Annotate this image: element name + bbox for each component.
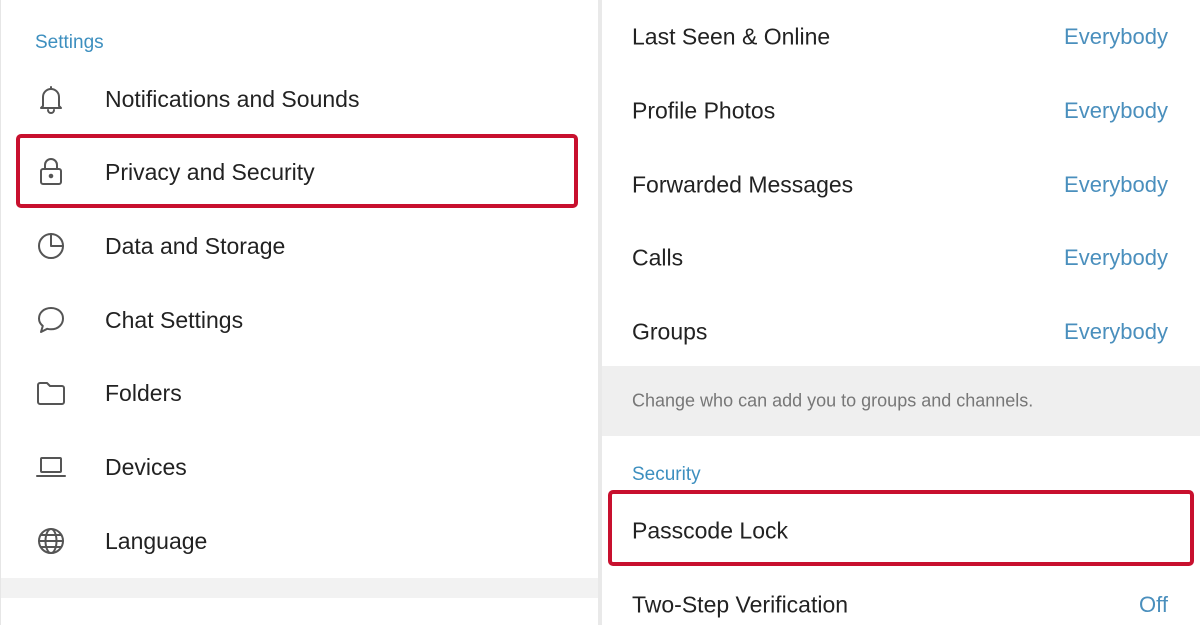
row-label: Groups: [632, 318, 708, 345]
privacy-row-groups[interactable]: Groups Everybody: [602, 295, 1200, 369]
sidebar-item-privacy[interactable]: Privacy and Security: [1, 135, 599, 209]
privacy-row-calls[interactable]: Calls Everybody: [602, 221, 1200, 295]
sidebar-item-label: Devices: [105, 453, 187, 480]
row-value: Everybody: [1064, 319, 1168, 344]
folder-icon: [33, 375, 69, 411]
privacy-row-last-seen[interactable]: Last Seen & Online Everybody: [602, 0, 1200, 74]
sidebar-item-language[interactable]: Language: [1, 504, 599, 578]
sidebar-item-label: Folders: [105, 379, 182, 406]
security-header: Security: [632, 464, 701, 485]
sidebar-item-label: Language: [105, 527, 208, 554]
sidebar-item-notifications[interactable]: Notifications and Sounds: [1, 62, 599, 136]
row-label: Calls: [632, 244, 684, 271]
sidebar-item-label: Chat Settings: [105, 306, 244, 333]
pie-chart-icon: [33, 228, 69, 264]
bell-icon: [33, 81, 69, 117]
settings-header: Settings: [35, 32, 104, 53]
sidebar-item-chat-settings[interactable]: Chat Settings: [1, 283, 599, 357]
sidebar-item-data-storage[interactable]: Data and Storage: [1, 209, 599, 283]
sidebar-item-label: Data and Storage: [105, 232, 286, 259]
row-label: Passcode Lock: [632, 517, 788, 544]
row-value: Everybody: [1064, 172, 1168, 197]
groups-hint-band: Change who can add you to groups and cha…: [602, 366, 1200, 436]
sidebar-item-label: Privacy and Security: [105, 158, 315, 185]
sidebar-item-label: Notifications and Sounds: [105, 85, 360, 112]
row-label: Two-Step Verification: [632, 591, 849, 618]
row-value: Everybody: [1064, 98, 1168, 123]
groups-hint-text: Change who can add you to groups and cha…: [632, 390, 1034, 411]
section-divider: [1, 578, 599, 598]
lock-icon: [33, 154, 69, 190]
row-label: Profile Photos: [632, 97, 776, 124]
sidebar-item-folders[interactable]: Folders: [1, 356, 599, 430]
row-value: Off: [1139, 592, 1168, 617]
row-value: Everybody: [1064, 245, 1168, 270]
security-row-two-step-verification[interactable]: Two-Step Verification Off: [602, 568, 1200, 642]
privacy-settings-panel: Last Seen & Online Everybody Profile Pho…: [602, 0, 1200, 625]
globe-icon: [33, 523, 69, 559]
security-row-passcode-lock[interactable]: Passcode Lock: [602, 494, 1200, 568]
sidebar-item-devices[interactable]: Devices: [1, 430, 599, 504]
laptop-icon: [33, 449, 69, 485]
row-label: Last Seen & Online: [632, 23, 831, 50]
row-label: Forwarded Messages: [632, 171, 854, 198]
privacy-row-forwarded-messages[interactable]: Forwarded Messages Everybody: [602, 148, 1200, 222]
settings-sidebar: Settings Notifications and Sounds Privac…: [0, 0, 599, 625]
privacy-row-profile-photos[interactable]: Profile Photos Everybody: [602, 74, 1200, 148]
chat-bubble-icon: [33, 302, 69, 338]
row-value: Everybody: [1064, 24, 1168, 49]
